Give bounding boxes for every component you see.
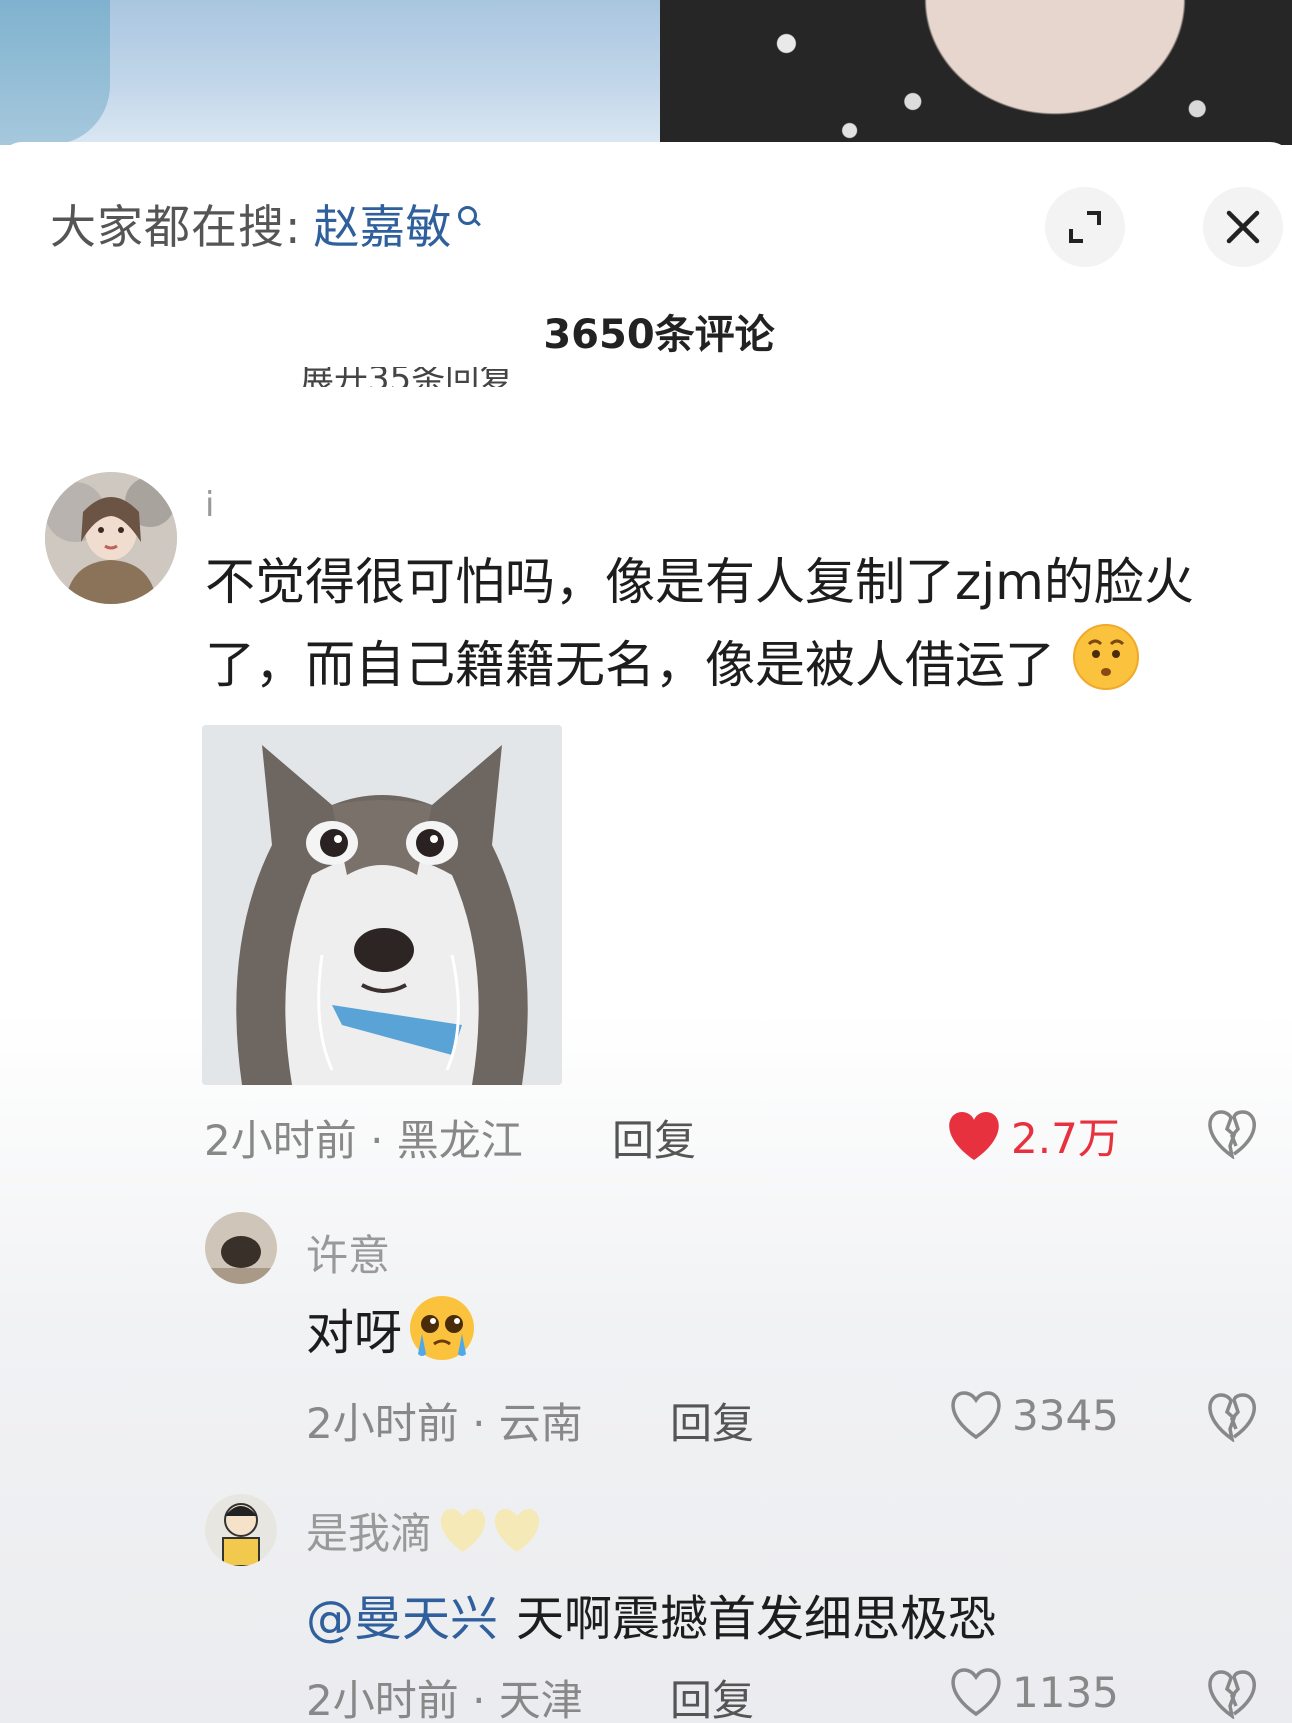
trending-search-term[interactable]: 赵嘉敏: [314, 191, 452, 257]
trending-search[interactable]: 大家都在搜: 赵嘉敏: [50, 184, 482, 264]
broken-heart-icon: [1208, 1670, 1256, 1720]
video-background[interactable]: [0, 0, 1292, 145]
reply-username[interactable]: 许意: [306, 1222, 390, 1283]
dislike-button[interactable]: [1205, 1109, 1259, 1163]
dislike-button[interactable]: [1205, 1392, 1259, 1446]
like-count: 3345: [1012, 1390, 1119, 1440]
comment-text-body: 不觉得很可怕吗，像是有人复制了zjm的脸火了，而自己籍籍无名，像是被人借运了: [205, 553, 1194, 694]
comment-text: 不觉得很可怕吗，像是有人复制了zjm的脸火了，而自己籍籍无名，像是被人借运了: [205, 542, 1265, 715]
like-count: 2.7万: [1011, 1114, 1120, 1163]
reply-text: @曼天兴 天啊震撼首发细思极恐: [306, 1579, 996, 1649]
like-count: 1135: [1012, 1667, 1119, 1717]
pleading-tears-emoji-icon: [410, 1296, 475, 1360]
trending-search-label: 大家都在搜:: [50, 200, 302, 254]
yellow-heart-icon: [440, 1508, 486, 1552]
reply-button[interactable]: 回复: [670, 1667, 754, 1723]
heart-outline-icon: [951, 1668, 1001, 1717]
search-icon: [456, 204, 482, 244]
reply-button[interactable]: 回复: [670, 1390, 754, 1451]
video-frame-left-shape: [0, 0, 110, 145]
heart-outline-icon: [951, 1391, 1001, 1440]
expand-replies-label: 展开35条回复: [300, 367, 514, 387]
comment-meta: 2小时前 · 黑龙江: [204, 1107, 523, 1168]
broken-heart-icon: [1208, 1393, 1256, 1443]
expand-replies-link[interactable]: 展开35条回复: [300, 367, 590, 387]
reply-avatar[interactable]: [205, 1494, 277, 1566]
like-button[interactable]: 2.7万: [945, 1105, 1120, 1166]
comment-time-location: 2小时前 · 黑龙江: [204, 1116, 523, 1165]
reply-time-location: 2小时前 · 云南: [306, 1399, 583, 1448]
broken-heart-icon: [1208, 1110, 1256, 1160]
comment-username[interactable]: i: [205, 485, 214, 525]
close-button[interactable]: [1203, 187, 1283, 267]
avatar-image: [45, 472, 177, 604]
reply-time-location: 2小时前 · 天津: [306, 1676, 583, 1723]
comment-attached-image[interactable]: [202, 725, 562, 1085]
reply-avatar[interactable]: [205, 1212, 277, 1284]
heart-filled-icon: [949, 1111, 999, 1160]
avatar[interactable]: [45, 472, 177, 604]
thinking-face-emoji-icon: [1071, 622, 1141, 715]
reply-text-body: 天啊震撼首发细思极恐: [516, 1591, 997, 1647]
reply-avatar-image: [205, 1494, 277, 1566]
video-frame-right-skin: [890, 0, 1220, 145]
reply-text-body: 对呀: [306, 1305, 403, 1361]
close-icon: [1226, 210, 1260, 244]
comment-sheet: 大家都在搜: 赵嘉敏 3650条评论 展开35条回复 i 不觉得很可怕吗，像是有…: [0, 142, 1292, 1723]
page: 大家都在搜: 赵嘉敏 3650条评论 展开35条回复 i 不觉得很可怕吗，像是有…: [0, 0, 1292, 1723]
reply-username-text: 是我滴: [306, 1509, 433, 1558]
husky-meme-image: [202, 725, 562, 1085]
reply-button[interactable]: 回复: [612, 1107, 696, 1168]
reply-avatar-image: [205, 1212, 277, 1284]
reply-username[interactable]: 是我滴: [306, 1500, 544, 1561]
like-button[interactable]: 3345: [948, 1390, 1119, 1440]
expand-button[interactable]: [1045, 187, 1125, 267]
expand-icon: [1069, 211, 1101, 243]
reply-text: 对呀: [306, 1292, 478, 1364]
mention-link[interactable]: @曼天兴: [306, 1579, 498, 1649]
yellow-heart-icon: [494, 1508, 540, 1552]
dislike-button[interactable]: [1205, 1669, 1259, 1723]
comment-count-title: 3650条评论: [543, 312, 775, 358]
like-button[interactable]: 1135: [948, 1667, 1119, 1717]
